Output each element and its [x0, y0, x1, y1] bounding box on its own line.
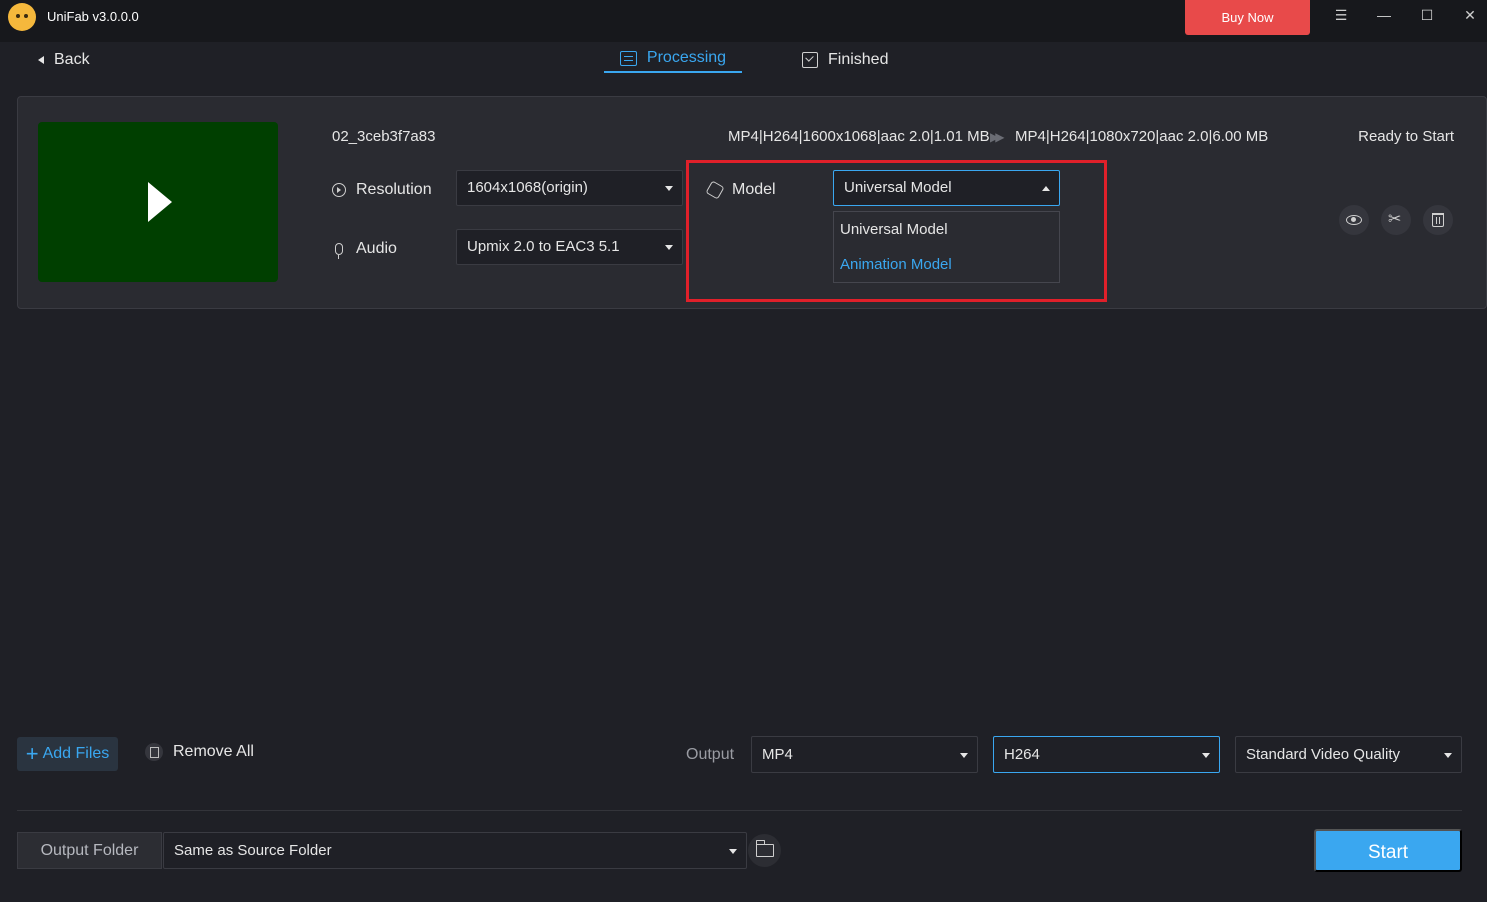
- resolution-value: 1604x1068(origin): [467, 179, 588, 196]
- quality-value: Standard Video Quality: [1246, 746, 1400, 763]
- add-files-button[interactable]: + Add Files: [17, 737, 118, 771]
- tab-processing[interactable]: Processing: [604, 47, 742, 73]
- resolution-label: Resolution: [332, 181, 432, 199]
- menu-icon[interactable]: ☰: [1329, 5, 1353, 25]
- chevron-down-icon: [960, 753, 968, 758]
- source-info: MP4|H264|1600x1068|aac 2.0|1.01 MB: [728, 128, 990, 145]
- start-button[interactable]: Start: [1314, 829, 1462, 872]
- add-files-label: Add Files: [42, 745, 110, 762]
- chevron-up-icon: [1042, 186, 1050, 191]
- model-label: Model: [705, 180, 776, 200]
- eye-icon: [1346, 215, 1362, 225]
- scissors-icon: ✂: [1388, 211, 1402, 228]
- tab-finished-label: Finished: [828, 51, 889, 68]
- delete-button[interactable]: [1423, 205, 1453, 235]
- trash-icon: [1432, 213, 1444, 227]
- model-dropdown: Universal Model Animation Model: [833, 211, 1060, 283]
- folder-icon: [755, 840, 774, 857]
- output-folder-select[interactable]: Same as Source Folder: [163, 832, 747, 869]
- chevron-down-icon: [1444, 753, 1452, 758]
- output-label: Output: [686, 746, 735, 763]
- minimize-icon[interactable]: —: [1372, 5, 1396, 25]
- codec-value: H264: [1004, 746, 1040, 763]
- format-select[interactable]: MP4: [751, 736, 978, 773]
- chevron-down-icon: [665, 245, 673, 250]
- chevron-down-icon: [1202, 753, 1210, 758]
- finished-check-icon: [802, 52, 818, 68]
- audio-select[interactable]: Upmix 2.0 to EAC3 5.1: [456, 229, 683, 265]
- chevron-down-icon: [729, 849, 737, 854]
- processing-list-icon: [619, 50, 637, 66]
- back-button[interactable]: Back: [38, 49, 90, 71]
- model-icon: [705, 180, 725, 200]
- resolution-label-text: Resolution: [356, 181, 432, 198]
- model-label-text: Model: [732, 181, 776, 198]
- chevron-down-icon: [665, 186, 673, 191]
- status-text: Ready to Start: [1358, 128, 1454, 145]
- plus-icon: +: [25, 741, 39, 766]
- quality-select[interactable]: Standard Video Quality: [1235, 736, 1462, 773]
- audio-value: Upmix 2.0 to EAC3 5.1: [467, 238, 620, 255]
- audio-label: Audio: [332, 240, 397, 259]
- tab-finished[interactable]: Finished: [802, 47, 888, 73]
- output-folder-label: Output Folder: [17, 832, 162, 869]
- preview-button[interactable]: [1339, 205, 1369, 235]
- target-info: MP4|H264|1080x720|aac 2.0|6.00 MB: [1015, 128, 1269, 145]
- play-icon[interactable]: [148, 182, 172, 222]
- back-label: Back: [54, 51, 90, 68]
- back-arrow-icon: [38, 56, 44, 64]
- title-bar: UniFab v3.0.0.0 Buy Now ☰ — ☐ ✕: [0, 0, 1487, 42]
- file-card: 02_3ceb3f7a83 MP4|H264|1600x1068|aac 2.0…: [17, 96, 1487, 309]
- video-thumbnail[interactable]: [38, 122, 278, 282]
- app-title: UniFab v3.0.0.0: [47, 9, 139, 24]
- output-folder-value: Same as Source Folder: [174, 842, 332, 859]
- close-icon[interactable]: ✕: [1458, 5, 1482, 25]
- browse-folder-button[interactable]: [748, 834, 781, 867]
- app-window: UniFab v3.0.0.0 Buy Now ☰ — ☐ ✕ Back Pro…: [0, 0, 1487, 902]
- trim-button[interactable]: ✂: [1381, 205, 1411, 235]
- buy-now-button[interactable]: Buy Now: [1185, 0, 1310, 35]
- codec-select[interactable]: H264: [993, 736, 1220, 773]
- microphone-icon: [335, 243, 343, 259]
- convert-arrow-icon: ▶▶: [990, 130, 1005, 144]
- model-option-universal[interactable]: Universal Model: [840, 221, 948, 238]
- remove-all-button[interactable]: Remove All: [145, 743, 254, 761]
- model-value: Universal Model: [844, 179, 952, 196]
- resolution-select[interactable]: 1604x1068(origin): [456, 170, 683, 206]
- tab-processing-label: Processing: [646, 49, 727, 66]
- file-name: 02_3ceb3f7a83: [332, 128, 436, 145]
- format-value: MP4: [762, 746, 793, 763]
- remove-all-label: Remove All: [173, 743, 254, 760]
- unifab-logo-icon: [8, 3, 36, 31]
- maximize-icon[interactable]: ☐: [1415, 5, 1439, 25]
- resolution-icon: [332, 183, 346, 197]
- model-option-animation[interactable]: Animation Model: [840, 256, 952, 273]
- model-select[interactable]: Universal Model: [833, 170, 1060, 206]
- audio-label-text: Audio: [356, 240, 397, 257]
- divider: [17, 810, 1462, 811]
- trash-icon: [145, 743, 163, 761]
